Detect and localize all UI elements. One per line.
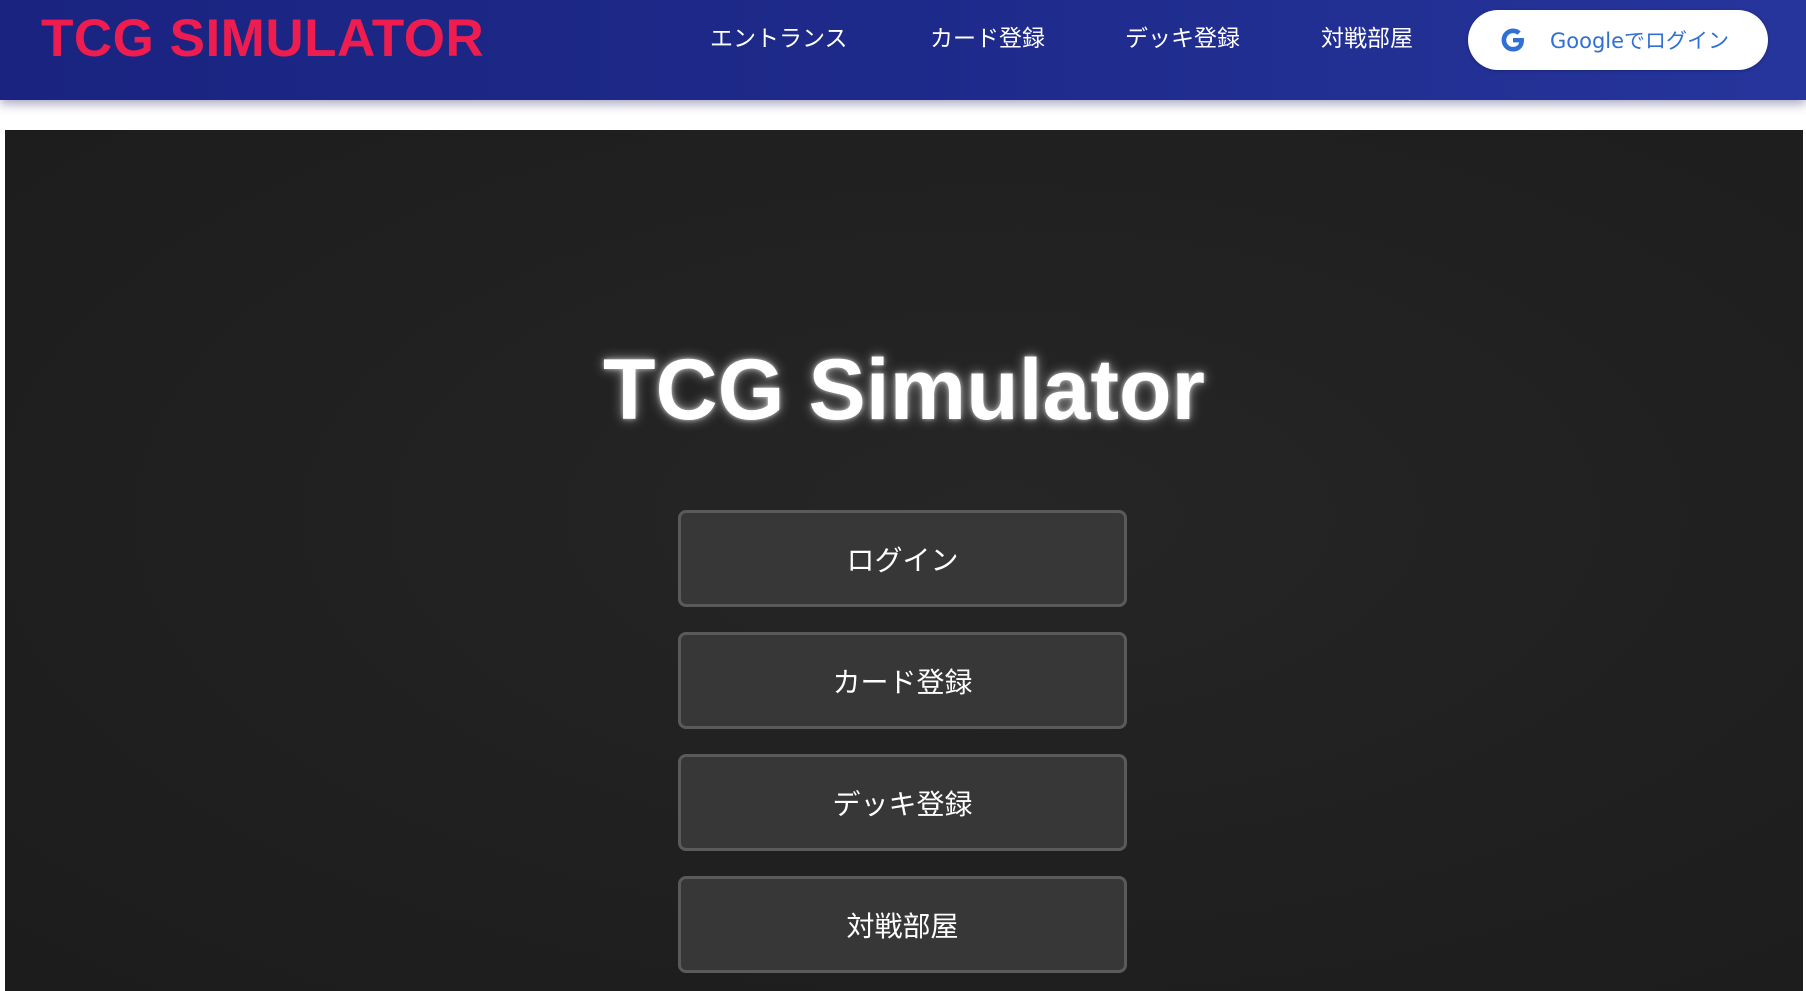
nav-deck-registration[interactable]: デッキ登録 [1125, 20, 1240, 58]
google-g-icon [1498, 25, 1528, 55]
top-navbar: TCG SIMULATOR エントランス カード登録 デッキ登録 対戦部屋 Go… [0, 0, 1806, 100]
hero-section: TCG Simulator ログイン カード登録 デッキ登録 対戦部屋 [5, 130, 1803, 991]
card-registration-button[interactable]: カード登録 [678, 632, 1127, 729]
nav-card-registration[interactable]: カード登録 [930, 20, 1045, 58]
login-button[interactable]: ログイン [678, 510, 1127, 607]
google-login-label: Googleでログイン [1550, 29, 1730, 53]
google-login-button[interactable]: Googleでログイン [1468, 10, 1768, 70]
battle-room-button[interactable]: 対戦部屋 [678, 876, 1127, 973]
deck-registration-button[interactable]: デッキ登録 [678, 754, 1127, 851]
nav-entrance[interactable]: エントランス [710, 20, 848, 58]
hero-title: TCG Simulator [602, 342, 1206, 438]
nav-battle-room[interactable]: 対戦部屋 [1321, 20, 1413, 58]
brand-logo[interactable]: TCG SIMULATOR [41, 8, 484, 70]
